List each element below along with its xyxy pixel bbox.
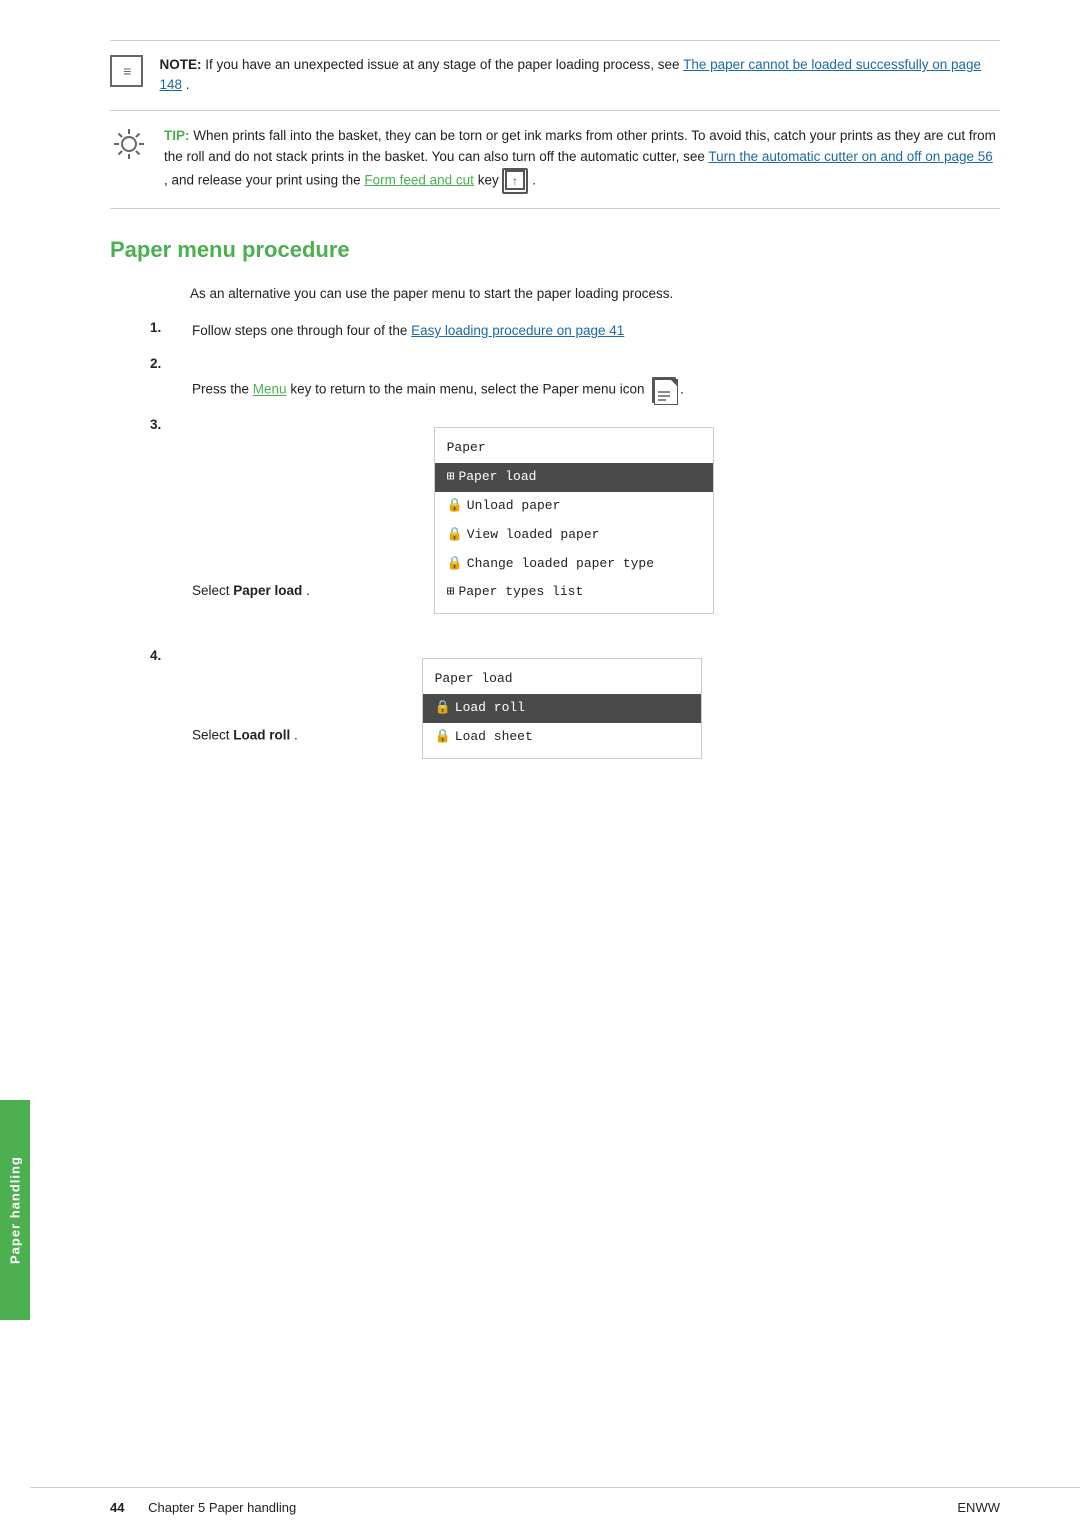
- footer-chapter-text: Paper handling: [209, 1500, 296, 1515]
- menu-4-display: Paper load 🔒 Load roll 🔒 Load sheet: [422, 658, 702, 758]
- menu-3-item-2-icon: 🔒: [447, 525, 463, 546]
- step-3: 3. Select Paper load . Paper ⊞ Paper loa…: [150, 417, 1000, 634]
- note-body: If you have an unexpected issue at any s…: [205, 57, 683, 72]
- menu-3-item-0: ⊞ Paper load: [435, 463, 713, 492]
- tip-body3: key: [478, 172, 499, 187]
- menu-3-item-1-icon: 🔒: [447, 496, 463, 517]
- menu-3-item-0-label: Paper load: [458, 467, 536, 488]
- menu-3-display: Paper ⊞ Paper load 🔒 Unload paper 🔒 View…: [434, 427, 714, 614]
- note-label: NOTE:: [159, 57, 201, 72]
- tip-link2[interactable]: Form feed and cut: [364, 172, 474, 187]
- form-feed-icon: ↑: [502, 168, 528, 194]
- footer-right: ENWW: [957, 1500, 1000, 1515]
- menu-3-item-0-icon: ⊞: [447, 467, 455, 488]
- menu-3-title: Paper: [435, 434, 713, 463]
- tip-link1[interactable]: Turn the automatic cutter on and off on …: [708, 149, 992, 164]
- step-2: 2. Press the Menu key to return to the m…: [150, 356, 1000, 404]
- step-4-text-before: Select: [192, 728, 233, 743]
- svg-text:↑: ↑: [512, 174, 518, 188]
- step-3-number: 3.: [150, 417, 172, 432]
- note-text: NOTE: If you have an unexpected issue at…: [159, 55, 1000, 96]
- step-2-text: Press the: [192, 382, 253, 397]
- step-2-period: .: [680, 382, 684, 397]
- menu-3-item-2: 🔒 View loaded paper: [435, 521, 713, 550]
- tip-icon: [110, 125, 148, 163]
- menu-4-item-1-label: Load sheet: [455, 727, 533, 748]
- footer: 44 Chapter 5 Paper handling ENWW: [30, 1487, 1080, 1527]
- step-1-link[interactable]: Easy loading procedure on page 41: [411, 323, 624, 338]
- menu-3-item-3-label: Change loaded paper type: [467, 554, 654, 575]
- step-1-content: Follow steps one through four of the Eas…: [192, 320, 1000, 342]
- menu-3-item-3-icon: 🔒: [447, 554, 463, 575]
- step-2-content: Press the Menu key to return to the main…: [192, 356, 1000, 404]
- paper-menu-icon: [652, 377, 676, 403]
- sidebar-tab-label: Paper handling: [8, 1156, 23, 1264]
- step-4: 4. Select Load roll . Paper load 🔒 Load …: [150, 648, 1000, 778]
- menu-3-item-1: 🔒 Unload paper: [435, 492, 713, 521]
- step-1-text: Follow steps one through four of the: [192, 323, 411, 338]
- step-2-after: key to return to the main menu, select t…: [290, 382, 644, 397]
- intro-text: As an alternative you can use the paper …: [190, 283, 1000, 305]
- step-3-bold: Paper load: [233, 583, 302, 598]
- sidebar-tab: Paper handling: [0, 1100, 30, 1320]
- note-period: .: [186, 77, 190, 92]
- menu-3-item-2-label: View loaded paper: [467, 525, 600, 546]
- tip-sun-icon: [111, 126, 147, 162]
- paper-menu-svg: [654, 379, 678, 405]
- tip-text: TIP: When prints fall into the basket, t…: [164, 125, 1000, 194]
- step-list: 1. Follow steps one through four of the …: [150, 320, 1000, 778]
- step-2-number: 2.: [150, 356, 172, 371]
- tip-label: TIP:: [164, 128, 190, 143]
- form-feed-svg: ↑: [505, 170, 525, 190]
- step-4-number: 4.: [150, 648, 172, 663]
- step-3-content: Select Paper load . Paper ⊞ Paper load 🔒…: [192, 417, 1000, 634]
- menu-4-item-1-icon: 🔒: [435, 727, 451, 748]
- main-content: NOTE: If you have an unexpected issue at…: [30, 0, 1080, 855]
- footer-left: 44 Chapter 5 Paper handling: [110, 1500, 296, 1515]
- menu-4-item-0-icon: 🔒: [435, 698, 451, 719]
- menu-3-item-4-label: Paper types list: [458, 582, 583, 603]
- step-4-bold: Load roll: [233, 728, 290, 743]
- step-3-text-before: Select: [192, 583, 233, 598]
- menu-4-item-0: 🔒 Load roll: [423, 694, 701, 723]
- note-icon: [110, 55, 143, 87]
- note-box: NOTE: If you have an unexpected issue at…: [110, 41, 1000, 111]
- menu-4-item-0-label: Load roll: [455, 698, 525, 719]
- section-heading: Paper menu procedure: [110, 237, 1000, 267]
- menu-4-item-1: 🔒 Load sheet: [423, 723, 701, 752]
- footer-chapter: Chapter 5: [148, 1500, 205, 1515]
- menu-3-item-4: ⊞ Paper types list: [435, 578, 713, 607]
- step-4-content: Select Load roll . Paper load 🔒 Load rol…: [192, 648, 1000, 778]
- step-1: 1. Follow steps one through four of the …: [150, 320, 1000, 342]
- menu-3-item-1-label: Unload paper: [467, 496, 561, 517]
- menu-3-item-3: 🔒 Change loaded paper type: [435, 550, 713, 579]
- menu-3-item-4-icon: ⊞: [447, 582, 455, 603]
- tip-box: TIP: When prints fall into the basket, t…: [110, 111, 1000, 209]
- footer-page-number: 44: [110, 1500, 124, 1515]
- menu-4-title: Paper load: [423, 665, 701, 694]
- tip-period: .: [532, 172, 536, 187]
- step-4-after: .: [294, 728, 298, 743]
- step-3-after: .: [306, 583, 310, 598]
- step-1-number: 1.: [150, 320, 172, 335]
- step-2-link[interactable]: Menu: [253, 382, 287, 397]
- tip-body2: , and release your print using the: [164, 172, 364, 187]
